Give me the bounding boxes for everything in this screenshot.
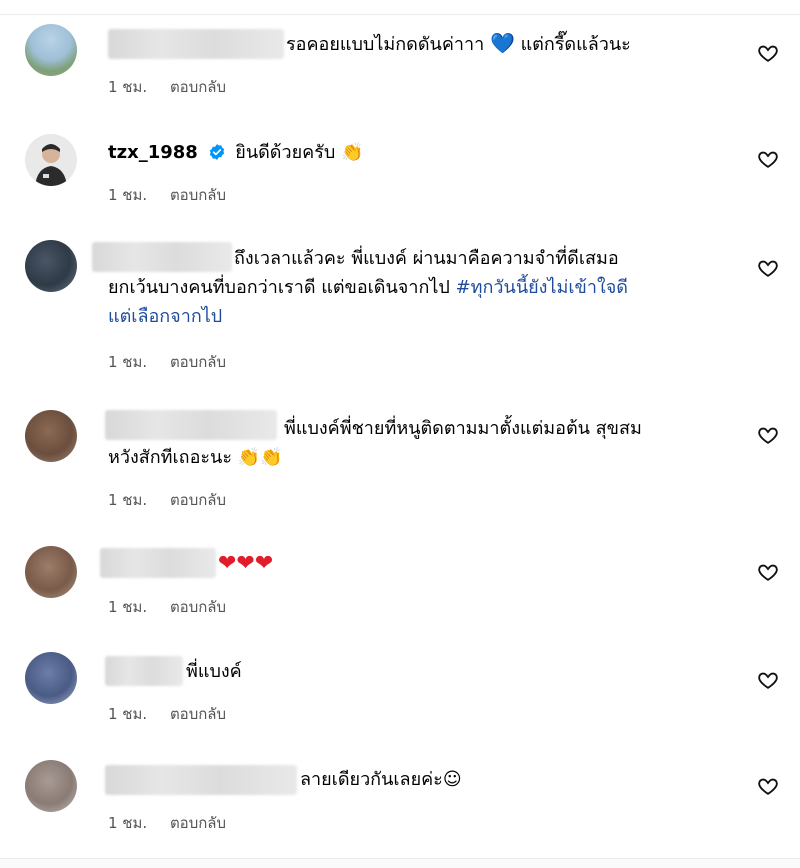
comment-meta: 1 ชม. ตอบกลับ	[108, 183, 226, 207]
timestamp: 1 ชม.	[108, 353, 148, 371]
timestamp: 1 ชม.	[108, 491, 148, 509]
comment-meta: 1 ชม. ตอบกลับ	[108, 595, 226, 619]
reply-button[interactable]: ตอบกลับ	[170, 598, 226, 616]
red-heart-emoji: ❤❤❤	[218, 551, 274, 576]
comment-line: พี่แบงค์พี่ชายที่หนูติดตามมาตั้งแต่มอต้น…	[284, 418, 642, 439]
like-heart-icon[interactable]	[757, 257, 779, 279]
comment-text-part: หวังสักทีเถอะนะ	[108, 447, 233, 468]
reply-button[interactable]: ตอบกลับ	[170, 491, 226, 509]
comment-meta: 1 ชม. ตอบกลับ	[108, 75, 226, 99]
reply-button[interactable]: ตอบกลับ	[170, 186, 226, 204]
like-heart-icon[interactable]	[757, 561, 779, 583]
hashtag-link[interactable]: #ทุกวันนี้ยังไม่เข้าใจดี	[456, 277, 628, 298]
comment-text-part: ยกเว้นบางคนที่บอกว่าเราดี แต่ขอเดินจากไป	[108, 277, 450, 298]
reply-button[interactable]: ตอบกลับ	[170, 78, 226, 96]
profile-photo-icon	[35, 144, 67, 186]
blue-heart-emoji: 💙	[489, 31, 515, 55]
clap-emoji: 👏	[341, 142, 364, 163]
comment-text: รอคอยแบบไม่กดดันค่าาา 💙 แต่กรี๊ดแล้วนะ	[286, 29, 631, 59]
comment-text-part: แต่กรี๊ดแล้วนะ	[520, 34, 631, 55]
avatar[interactable]	[25, 652, 77, 704]
top-divider	[0, 0, 800, 15]
avatar[interactable]	[25, 546, 77, 598]
reply-button[interactable]: ตอบกลับ	[170, 353, 226, 371]
username-blurred[interactable]	[105, 765, 297, 795]
like-heart-icon[interactable]	[757, 669, 779, 691]
comment-text-part: รอคอยแบบไม่กดดันค่าาา	[286, 34, 485, 55]
timestamp: 1 ชม.	[108, 186, 148, 204]
comment-text-part: พี่แบงค์	[186, 661, 242, 682]
comment-text: ลายเดียวกันเลยค่ะ☺	[300, 765, 462, 794]
comment-line: ยกเว้นบางคนที่บอกว่าเราดี แต่ขอเดินจากไป…	[108, 273, 728, 302]
comment-meta: 1 ชม. ตอบกลับ	[108, 811, 226, 835]
avatar[interactable]	[25, 410, 77, 462]
timestamp: 1 ชม.	[108, 598, 148, 616]
username-blurred[interactable]	[105, 656, 183, 686]
username-blurred[interactable]	[108, 29, 284, 59]
comment-meta: 1 ชม. ตอบกลับ	[108, 350, 226, 374]
comment-text-part: ลายเดียวกันเลยค่ะ☺	[300, 769, 462, 790]
hashtag-link[interactable]: แต่เลือกจากไป	[108, 302, 728, 331]
avatar[interactable]	[25, 240, 77, 292]
username-blurred[interactable]	[100, 548, 216, 578]
comment-text: tzx_1988 ยินดีด้วยครับ 👏	[108, 138, 363, 170]
comment-text-part: ยินดีด้วยครับ	[235, 142, 336, 163]
timestamp: 1 ชม.	[108, 78, 148, 96]
username[interactable]: tzx_1988	[108, 142, 198, 163]
timestamp: 1 ชม.	[108, 705, 148, 723]
avatar[interactable]	[25, 760, 77, 812]
like-heart-icon[interactable]	[757, 424, 779, 446]
comment-meta: 1 ชม. ตอบกลับ	[108, 702, 226, 726]
comment-line: หวังสักทีเถอะนะ 👏👏	[108, 443, 728, 472]
comment-text: พี่แบงค์	[186, 657, 242, 686]
avatar[interactable]	[25, 24, 77, 76]
like-heart-icon[interactable]	[757, 148, 779, 170]
clap-emoji: 👏👏	[237, 447, 283, 468]
timestamp: 1 ชม.	[108, 814, 148, 832]
comment-text: พี่แบงค์พี่ชายที่หนูติดตามมาตั้งแต่มอต้น…	[108, 414, 728, 472]
avatar[interactable]	[25, 134, 77, 186]
verified-badge-icon	[208, 141, 226, 170]
like-heart-icon[interactable]	[757, 42, 779, 64]
comment-text: ถึงเวลาแล้วคะ พี่แบงค์ ผ่านมาคือความจำที…	[108, 244, 728, 331]
reply-button[interactable]: ตอบกลับ	[170, 705, 226, 723]
comment-line: ถึงเวลาแล้วคะ พี่แบงค์ ผ่านมาคือความจำที…	[234, 248, 619, 269]
like-heart-icon[interactable]	[757, 775, 779, 797]
comment-meta: 1 ชม. ตอบกลับ	[108, 488, 226, 512]
reply-button[interactable]: ตอบกลับ	[170, 814, 226, 832]
comment-text: ❤❤❤	[218, 549, 273, 579]
